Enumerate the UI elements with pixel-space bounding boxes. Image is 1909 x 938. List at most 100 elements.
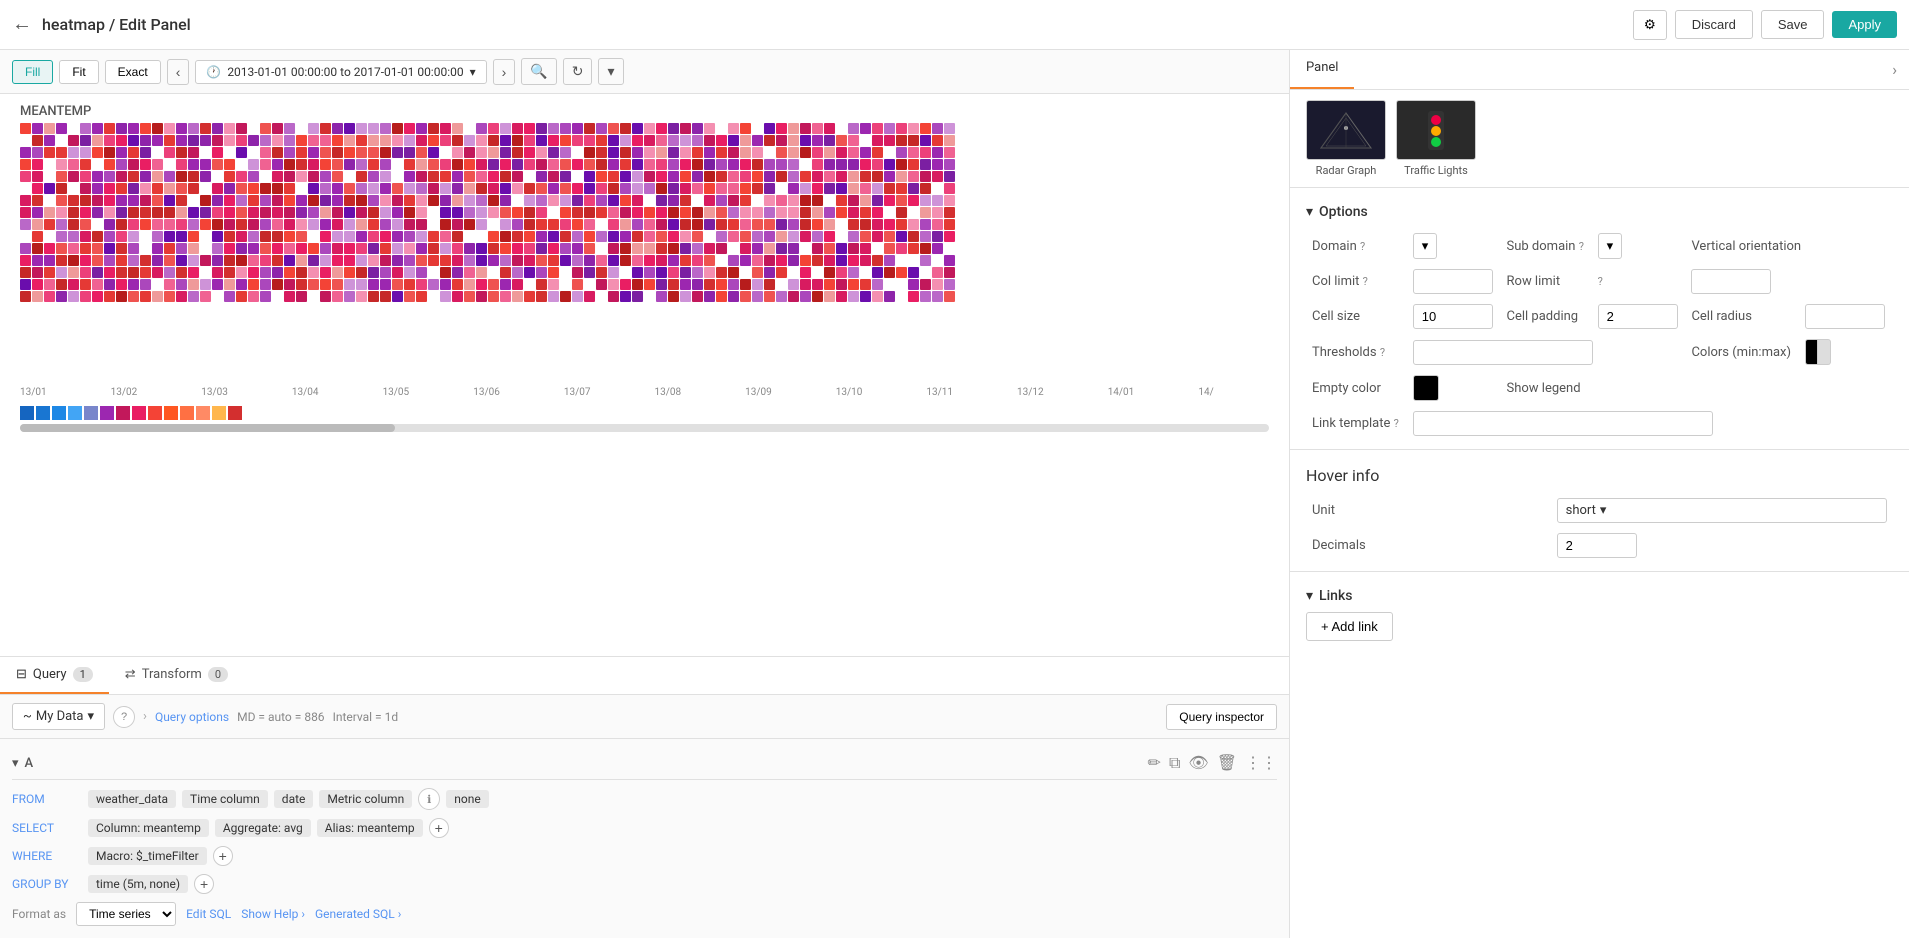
heat-cell[interactable] — [740, 171, 751, 182]
heat-cell[interactable] — [896, 147, 907, 158]
heat-cell[interactable] — [236, 123, 247, 134]
heat-cell[interactable] — [776, 195, 787, 206]
heat-cell[interactable] — [644, 231, 655, 242]
heat-cell[interactable] — [944, 219, 955, 230]
heat-cell[interactable] — [812, 123, 823, 134]
heat-cell[interactable] — [428, 123, 439, 134]
heat-cell[interactable] — [428, 279, 439, 290]
heat-cell[interactable] — [56, 123, 67, 134]
heat-cell[interactable] — [56, 279, 67, 290]
heat-cell[interactable] — [644, 159, 655, 170]
heat-cell[interactable] — [128, 135, 139, 146]
heat-cell[interactable] — [416, 279, 427, 290]
heat-cell[interactable] — [512, 243, 523, 254]
heat-cell[interactable] — [404, 255, 415, 266]
heat-cell[interactable] — [848, 195, 859, 206]
heat-cell[interactable] — [680, 291, 691, 302]
heat-cell[interactable] — [260, 147, 271, 158]
heat-cell[interactable] — [740, 135, 751, 146]
heat-cell[interactable] — [596, 231, 607, 242]
heat-cell[interactable] — [416, 255, 427, 266]
heat-cell[interactable] — [812, 231, 823, 242]
heat-cell[interactable] — [788, 267, 799, 278]
heat-cell[interactable] — [152, 183, 163, 194]
heat-cell[interactable] — [440, 267, 451, 278]
heat-cell[interactable] — [704, 231, 715, 242]
heat-cell[interactable] — [152, 255, 163, 266]
heat-cell[interactable] — [536, 279, 547, 290]
heat-cell[interactable] — [404, 195, 415, 206]
heat-cell[interactable] — [260, 171, 271, 182]
heat-cell[interactable] — [416, 135, 427, 146]
heat-cell[interactable] — [272, 279, 283, 290]
options-header[interactable]: ▾ Options — [1306, 196, 1893, 228]
heat-cell[interactable] — [68, 255, 79, 266]
more-button[interactable]: ▾ — [598, 58, 623, 85]
heat-cell[interactable] — [20, 255, 31, 266]
heat-cell[interactable] — [656, 123, 667, 134]
heat-cell[interactable] — [92, 183, 103, 194]
heat-cell[interactable] — [668, 291, 679, 302]
heat-cell[interactable] — [380, 147, 391, 158]
heat-cell[interactable] — [200, 243, 211, 254]
heat-cell[interactable] — [932, 159, 943, 170]
heat-cell[interactable] — [812, 219, 823, 230]
heat-cell[interactable] — [200, 171, 211, 182]
heat-cell[interactable] — [296, 219, 307, 230]
heat-cell[interactable] — [272, 147, 283, 158]
heat-cell[interactable] — [212, 171, 223, 182]
heat-cell[interactable] — [68, 207, 79, 218]
heat-cell[interactable] — [548, 135, 559, 146]
heat-cell[interactable] — [404, 219, 415, 230]
heat-cell[interactable] — [764, 147, 775, 158]
heat-cell[interactable] — [548, 183, 559, 194]
heat-cell[interactable] — [176, 279, 187, 290]
heat-cell[interactable] — [656, 255, 667, 266]
heat-cell[interactable] — [128, 195, 139, 206]
heat-cell[interactable] — [920, 183, 931, 194]
heat-cell[interactable] — [68, 171, 79, 182]
heat-cell[interactable] — [116, 267, 127, 278]
heat-cell[interactable] — [848, 159, 859, 170]
heat-cell[interactable] — [452, 123, 463, 134]
heat-cell[interactable] — [836, 207, 847, 218]
heat-cell[interactable] — [800, 219, 811, 230]
heat-cell[interactable] — [944, 267, 955, 278]
heat-cell[interactable] — [632, 231, 643, 242]
heat-cell[interactable] — [392, 255, 403, 266]
time-column-label[interactable]: Time column — [182, 790, 268, 808]
heat-cell[interactable] — [872, 195, 883, 206]
heat-cell[interactable] — [224, 183, 235, 194]
heat-cell[interactable] — [608, 207, 619, 218]
heat-cell[interactable] — [140, 195, 151, 206]
heat-cell[interactable] — [344, 291, 355, 302]
heat-cell[interactable] — [176, 123, 187, 134]
heat-cell[interactable] — [860, 123, 871, 134]
heat-cell[interactable] — [416, 123, 427, 134]
heat-cell[interactable] — [416, 219, 427, 230]
heat-cell[interactable] — [500, 171, 511, 182]
heat-cell[interactable] — [368, 123, 379, 134]
heat-cell[interactable] — [608, 279, 619, 290]
heat-cell[interactable] — [620, 207, 631, 218]
heat-cell[interactable] — [560, 291, 571, 302]
heat-cell[interactable] — [776, 207, 787, 218]
heat-cell[interactable] — [464, 219, 475, 230]
heat-cell[interactable] — [272, 207, 283, 218]
heat-cell[interactable] — [380, 123, 391, 134]
heat-cell[interactable] — [416, 207, 427, 218]
heat-cell[interactable] — [476, 255, 487, 266]
heat-cell[interactable] — [212, 195, 223, 206]
heat-cell[interactable] — [560, 267, 571, 278]
heat-cell[interactable] — [776, 183, 787, 194]
heat-cell[interactable] — [80, 255, 91, 266]
heat-cell[interactable] — [428, 255, 439, 266]
sub-domain-select[interactable]: ▾ — [1598, 233, 1623, 259]
heat-cell[interactable] — [584, 243, 595, 254]
heat-cell[interactable] — [296, 267, 307, 278]
heat-cell[interactable] — [440, 135, 451, 146]
heat-cell[interactable] — [392, 171, 403, 182]
heat-cell[interactable] — [308, 159, 319, 170]
heat-cell[interactable] — [212, 279, 223, 290]
heat-cell[interactable] — [164, 279, 175, 290]
